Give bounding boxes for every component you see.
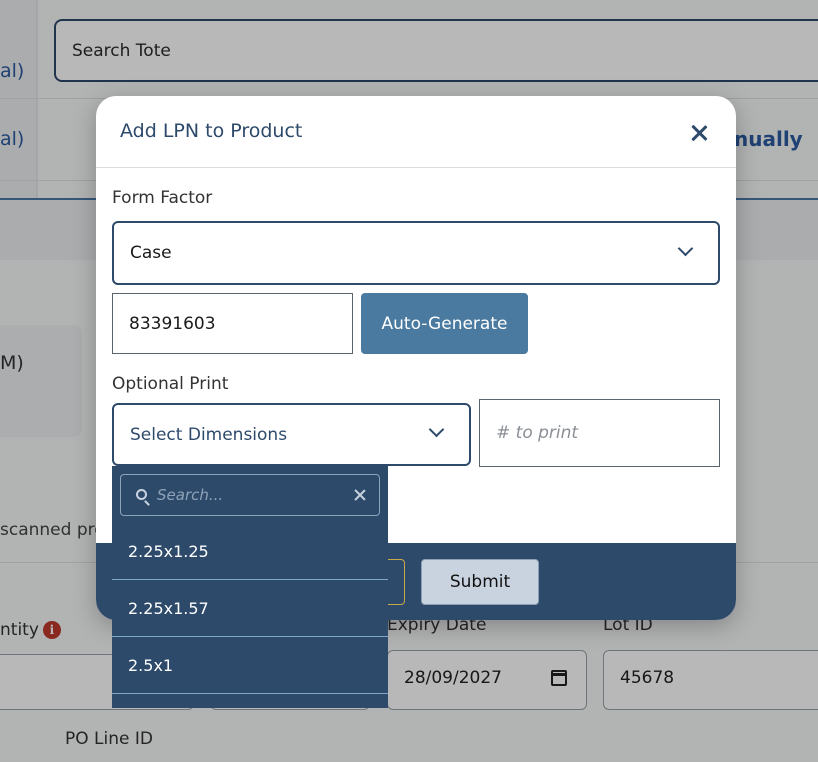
chevron-down-icon [428,421,445,438]
submit-button[interactable]: Submit [421,559,539,605]
chevron-down-icon [677,240,694,257]
dropdown-option[interactable]: 2.5x1 [112,638,388,694]
dropdown-option-partial[interactable] [112,695,388,708]
lpn-input[interactable]: 83391603 [112,293,353,354]
close-icon[interactable] [688,122,710,144]
print-count-placeholder: # to print [496,423,579,443]
form-factor-value: Case [130,243,172,263]
clear-icon[interactable] [353,488,367,502]
dropdown-search-input[interactable]: Search... [120,474,380,516]
dimensions-placeholder: Select Dimensions [130,424,288,445]
dimensions-select[interactable]: Select Dimensions [112,403,471,466]
dropdown-search-placeholder: Search... [157,486,224,504]
dropdown-option[interactable]: 2.25x1.25 [112,524,388,580]
search-icon [136,489,147,500]
dimensions-dropdown: Search... 2.25x1.25 2.25x1.57 2.5x1 [112,466,388,708]
lpn-value: 83391603 [129,313,216,334]
auto-generate-button[interactable]: Auto-Generate [361,293,528,354]
form-factor-label: Form Factor [112,188,213,208]
dropdown-option[interactable]: 2.25x1.57 [112,581,388,637]
optional-print-label: Optional Print [112,374,229,394]
print-count-input[interactable]: # to print [479,399,720,467]
modal-header: Add LPN to Product [96,96,736,168]
form-factor-select[interactable]: Case [112,221,720,285]
modal-title: Add LPN to Product [120,120,303,142]
